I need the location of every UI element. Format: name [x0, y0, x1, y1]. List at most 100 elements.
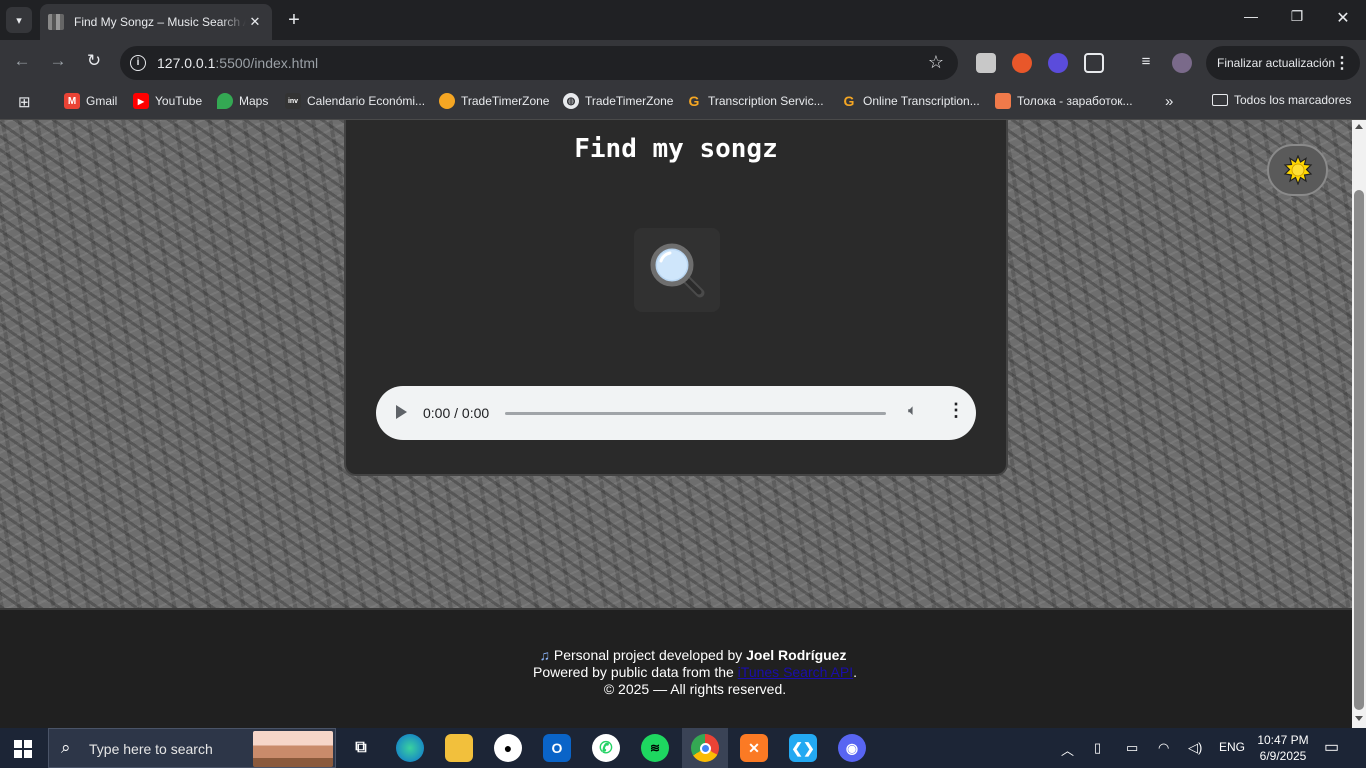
search-highlight-image — [253, 731, 333, 767]
audio-progress-track[interactable] — [505, 412, 886, 415]
forward-button[interactable]: → — [46, 51, 70, 71]
page-title: Find my songz — [574, 134, 778, 164]
bookmark-label: Maps — [239, 94, 269, 108]
bookmark-label: TradeTimerZone — [461, 94, 550, 108]
extension-gear-icon[interactable] — [1048, 53, 1068, 73]
bookmark-tradetimerzone-2[interactable]: ◍ TradeTimerZone — [563, 93, 673, 109]
task-view-icon[interactable]: ⧉ — [347, 734, 375, 762]
footer-credit: ♫ Personal project developed by Joel Rod… — [0, 647, 1366, 663]
reload-button[interactable]: ↻ — [82, 51, 106, 71]
extension-icon[interactable] — [976, 53, 996, 73]
footer-author: Joel Rodríguez — [746, 647, 847, 663]
bookmark-gmail[interactable]: M Gmail — [64, 93, 117, 109]
wifi-icon[interactable]: ◠ — [1158, 740, 1169, 756]
all-bookmarks-folder[interactable]: Todos los marcadores — [1212, 93, 1351, 107]
footer-copyright: © 2025 — All rights reserved. — [603, 681, 787, 697]
url-text[interactable]: 127.0.0.1:5500/index.html — [157, 55, 318, 71]
magnifier-icon — [650, 243, 705, 298]
bookmark-label: TradeTimerZone — [585, 94, 674, 108]
extension-fire-icon[interactable] — [1012, 53, 1032, 73]
audio-more-options-icon[interactable]: ⋮ — [947, 400, 965, 421]
more-bookmarks-chevron-icon[interactable]: » — [1165, 93, 1173, 110]
audio-time: 0:00 / 0:00 — [423, 405, 490, 421]
g-icon: G — [688, 93, 700, 109]
bookmark-maps[interactable]: Maps — [217, 93, 268, 109]
speaker-icon[interactable]: ◁) — [1188, 740, 1202, 756]
search-button[interactable] — [634, 228, 720, 312]
back-button[interactable]: ← — [10, 51, 34, 71]
site-info-icon[interactable]: i — [130, 55, 146, 71]
bookmark-tradetimerzone-1[interactable]: TradeTimerZone — [439, 93, 549, 109]
tray-chevron-icon[interactable]: ︿ — [1061, 740, 1074, 759]
bookmark-online-transcription[interactable]: G Online Transcription... — [841, 93, 980, 109]
minimize-button[interactable]: — — [1236, 8, 1266, 24]
tab-close-icon[interactable]: ✕ — [246, 14, 264, 30]
search-icon: ⌕ — [61, 738, 71, 757]
address-bar[interactable]: i 127.0.0.1:5500/index.html ☆ — [120, 46, 958, 80]
chrome-icon[interactable] — [691, 734, 719, 762]
itunes-api-link[interactable]: iTunes Search API — [738, 664, 853, 680]
edge-icon[interactable] — [396, 734, 424, 762]
bookmark-label: Calendario Económi... — [307, 94, 426, 108]
footer-powered-text: Powered by public data from the — [533, 664, 738, 680]
outlook-icon[interactable]: O — [543, 734, 571, 762]
page-footer: ♫ Personal project developed by Joel Rod… — [0, 608, 1352, 728]
extensions-puzzle-icon[interactable] — [1084, 53, 1104, 73]
github-icon[interactable]: ● — [494, 734, 522, 762]
tab-search-button[interactable]: ▾ — [6, 7, 32, 33]
bookmark-calendario[interactable]: inv Calendario Económi... — [285, 93, 425, 109]
bookmark-transcription-services[interactable]: G Transcription Servic... — [686, 93, 824, 109]
bookmark-label: Gmail — [86, 94, 118, 108]
taskbar-search-placeholder: Type here to search — [89, 741, 213, 757]
bookmark-label: Online Transcription... — [863, 94, 980, 108]
url-host: 127.0.0.1 — [157, 55, 216, 71]
g-icon: G — [843, 93, 855, 109]
active-tab[interactable]: Find My Songz – Music Search App ✕ — [40, 4, 272, 40]
bookmark-youtube[interactable]: ▶ YouTube — [133, 93, 202, 109]
footer-powered-suffix: . — [853, 664, 857, 680]
system-clock[interactable]: 10:47 PM 6/9/2025 — [1256, 732, 1310, 764]
footer-powered-by: Powered by public data from the iTunes S… — [0, 664, 1366, 680]
page-scrollbar[interactable] — [1352, 120, 1366, 728]
sun-icon — [1283, 155, 1312, 185]
volume-icon[interactable]: 🔈︎ — [908, 402, 917, 419]
footer-credit-text: Personal project developed by — [553, 647, 747, 663]
tradetimer-icon — [439, 93, 455, 109]
scrollbar-thumb[interactable] — [1354, 190, 1364, 710]
language-indicator[interactable]: ENG — [1219, 740, 1245, 754]
notifications-icon[interactable]: ▭ — [1324, 737, 1339, 757]
restore-button[interactable]: ❐ — [1282, 8, 1312, 25]
file-explorer-icon[interactable] — [445, 734, 473, 762]
bookmark-star-icon[interactable]: ☆ — [928, 52, 944, 73]
whatsapp-icon[interactable]: ✆ — [592, 734, 620, 762]
search-card: Find my songz 0:00 / 0:00 🔈︎ ⋮ — [344, 120, 1008, 476]
taskbar-search-box[interactable]: ⌕ Type here to search — [48, 728, 336, 768]
new-tab-button[interactable]: + — [282, 8, 306, 32]
apps-grid-icon[interactable]: ⊞ — [18, 93, 31, 111]
audio-player[interactable]: 0:00 / 0:00 🔈︎ ⋮ — [376, 386, 976, 440]
start-button[interactable] — [14, 740, 32, 758]
tab-bar: ▾ Find My Songz – Music Search App ✕ + —… — [0, 0, 1366, 40]
music-note-icon: ♫ — [539, 647, 551, 663]
profile-avatar[interactable] — [1172, 53, 1192, 73]
vscode-icon[interactable]: ❮❯ — [789, 734, 817, 762]
xampp-icon[interactable]: ✕ — [740, 734, 768, 762]
spotify-icon[interactable]: ≋ — [641, 734, 669, 762]
all-bookmarks-label: Todos los marcadores — [1234, 93, 1352, 107]
scroll-up-icon[interactable] — [1355, 124, 1363, 129]
folder-icon — [1212, 94, 1228, 106]
battery-icon[interactable]: ▭ — [1126, 740, 1138, 756]
tray-device-icon[interactable]: ▯ — [1094, 740, 1101, 756]
menu-dots-icon: ⋮ — [1334, 55, 1350, 72]
youtube-icon: ▶ — [133, 93, 149, 109]
scroll-down-icon[interactable] — [1355, 716, 1363, 721]
theme-toggle-button[interactable] — [1267, 144, 1328, 196]
media-control-icon[interactable]: ≡ — [1136, 53, 1156, 73]
discord-icon[interactable]: ◉ — [838, 734, 866, 762]
close-window-button[interactable]: ✕ — [1328, 8, 1358, 28]
globe-icon: ◍ — [563, 93, 579, 109]
bookmark-toloka[interactable]: Толока - заработок... — [995, 93, 1133, 109]
update-button[interactable]: Finalizar actualización ⋮ — [1206, 46, 1360, 80]
play-icon[interactable] — [396, 405, 407, 419]
bookmark-label: Толока - заработок... — [1017, 94, 1133, 108]
